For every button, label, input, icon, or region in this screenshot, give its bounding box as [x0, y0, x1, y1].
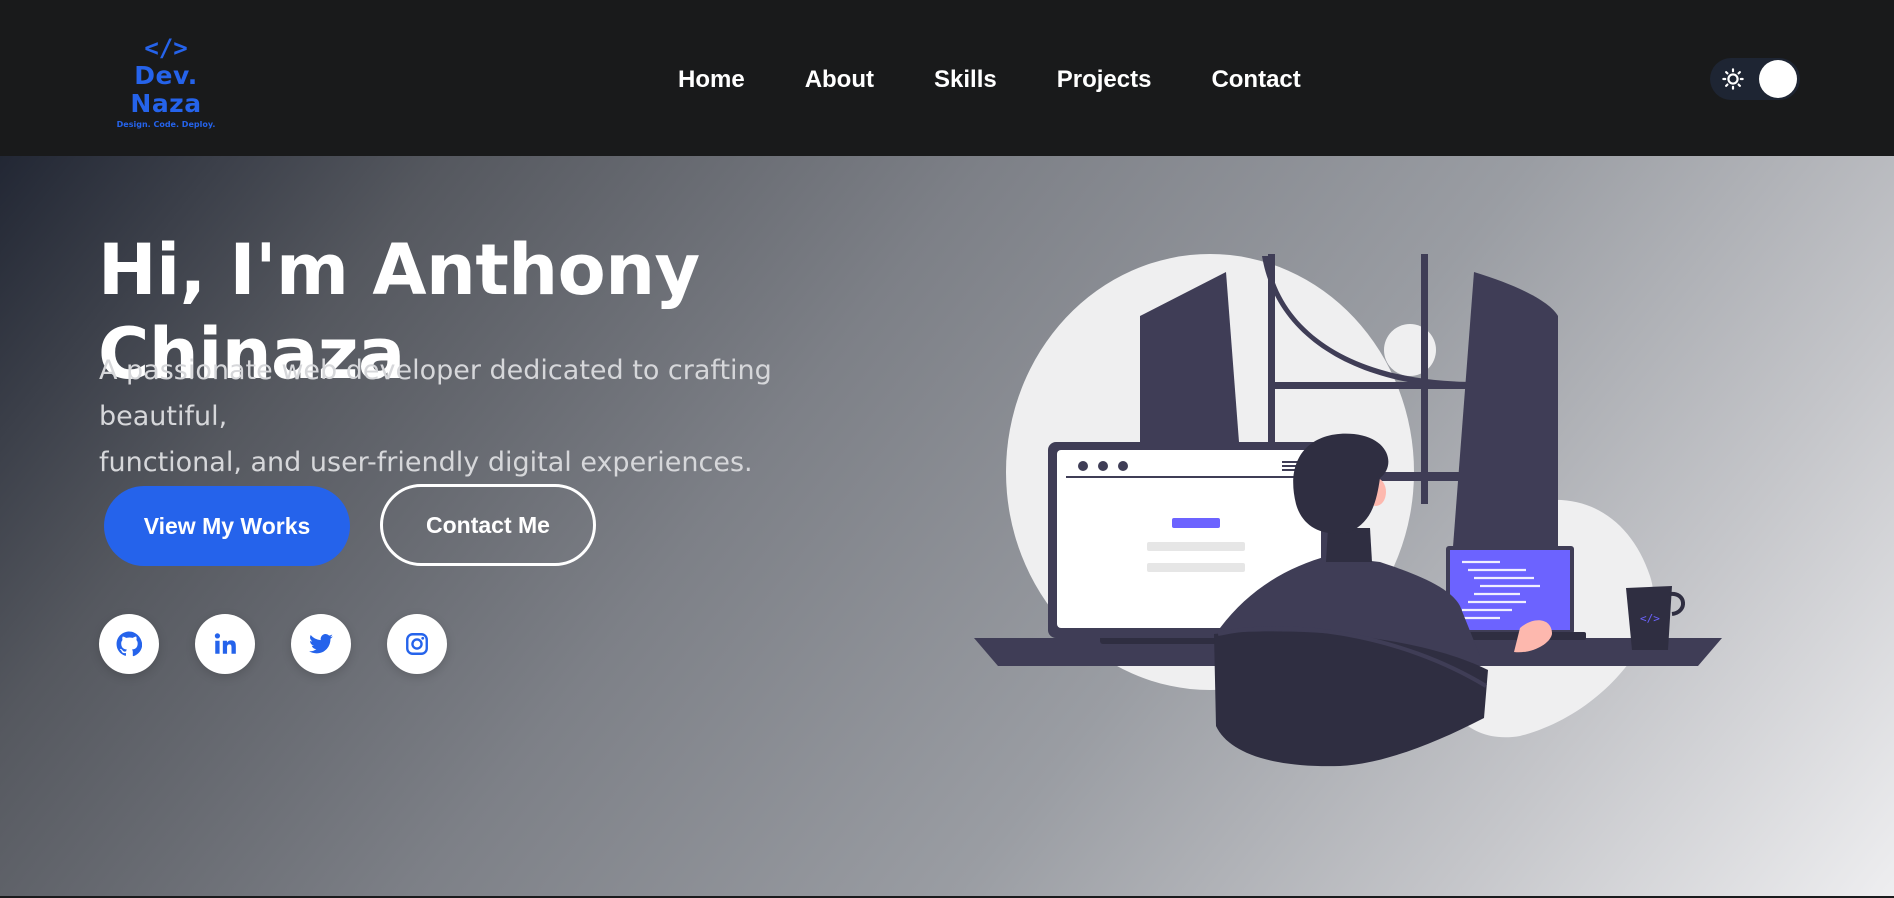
nav-home-link[interactable]: Home — [678, 66, 745, 94]
nav-skills-link[interactable]: Skills — [934, 66, 997, 94]
hero-section: Hi, I'm Anthony Chinaza A passionate web… — [0, 156, 1894, 896]
illustration-window-bar-h1 — [1268, 382, 1474, 389]
linkedin-icon — [214, 633, 236, 654]
contact-me-button[interactable]: Contact Me — [380, 484, 596, 566]
social-links — [99, 614, 447, 674]
hero-subtitle-line-2: functional, and user-friendly digital ex… — [99, 447, 753, 478]
nav-about-link[interactable]: About — [805, 66, 874, 94]
illustration-window-bar-v2 — [1421, 254, 1428, 504]
navbar: </> Dev. Naza Design. Code. Deploy. Home… — [0, 0, 1894, 156]
logo[interactable]: </> Dev. Naza Design. Code. Deploy. — [96, 34, 236, 129]
view-my-works-button[interactable]: View My Works — [104, 486, 350, 566]
theme-toggle[interactable] — [1710, 58, 1800, 100]
illustration-mug-label: </> — [1640, 612, 1660, 625]
linkedin-link[interactable] — [195, 614, 255, 674]
main-nav: Home About Skills Projects Contact — [678, 60, 1301, 100]
logo-name: Dev. Naza — [130, 61, 202, 118]
nav-projects-link[interactable]: Projects — [1057, 66, 1152, 94]
github-icon — [116, 631, 142, 657]
illustration-moon — [1384, 324, 1436, 376]
hero-subtitle: A passionate web developer dedicated to … — [99, 348, 899, 486]
hero-subtitle-line-1: A passionate web developer dedicated to … — [99, 355, 772, 432]
logo-tagline: Design. Code. Deploy. — [116, 120, 216, 129]
twitter-icon — [309, 634, 333, 654]
nav-contact-link[interactable]: Contact — [1211, 66, 1300, 94]
illustration-screen-button — [1172, 518, 1220, 528]
logo-code-icon: </> — [144, 34, 188, 62]
sun-icon — [1722, 68, 1744, 90]
illustration-curtain-right — [1450, 272, 1558, 586]
developer-illustration: </> — [974, 254, 1722, 767]
github-link[interactable] — [99, 614, 159, 674]
instagram-link[interactable] — [387, 614, 447, 674]
instagram-icon — [406, 633, 428, 655]
twitter-link[interactable] — [291, 614, 351, 674]
toggle-knob — [1759, 60, 1797, 98]
